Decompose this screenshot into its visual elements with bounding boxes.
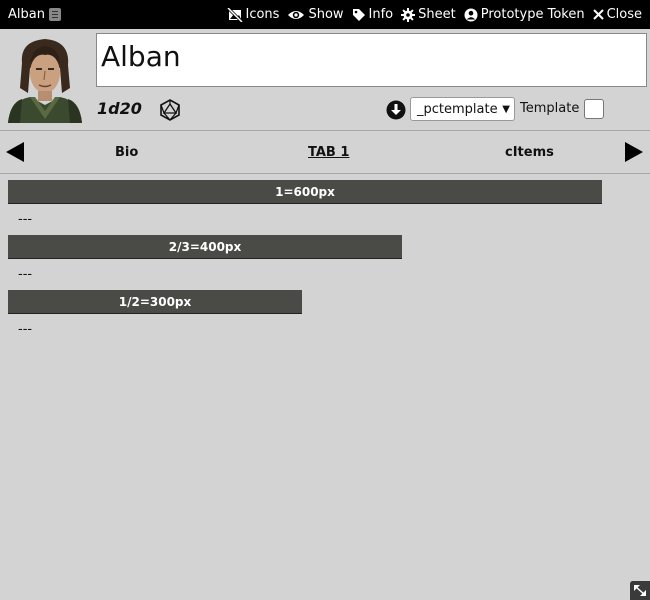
dice-formula[interactable]: 1d20 — [97, 99, 142, 118]
tab-tab-1[interactable]: TAB 1 — [308, 145, 349, 160]
row-text: --- — [18, 212, 33, 227]
width-bar-full: 1=600px — [8, 180, 602, 204]
close-icon — [592, 9, 604, 20]
close-label: Close — [606, 7, 642, 22]
prototype-token-button[interactable]: Prototype Token — [464, 7, 585, 22]
sheet-button[interactable]: Sheet — [401, 7, 456, 22]
width-bar-half: 1/2=300px — [8, 290, 302, 314]
tabs-divider-top — [0, 130, 650, 131]
window-header: Alban Icons Show Info Sheet Prototype To… — [0, 0, 650, 29]
info-button[interactable]: Info — [352, 7, 394, 22]
icons-button[interactable]: Icons — [226, 7, 280, 22]
row-text: --- — [18, 267, 33, 282]
download-icon[interactable] — [386, 100, 406, 120]
document-icon[interactable] — [48, 8, 61, 21]
tab-citems[interactable]: cItems — [505, 145, 554, 160]
tab-bio[interactable]: Bio — [115, 145, 138, 160]
character-name-input[interactable]: Alban — [96, 33, 647, 87]
user-circle-icon — [464, 8, 478, 21]
previous-tab-arrow-icon[interactable] — [5, 141, 25, 163]
tag-icon — [352, 8, 365, 21]
eye-icon — [288, 10, 305, 19]
row-text: --- — [18, 322, 33, 337]
d20-icon[interactable] — [159, 99, 181, 121]
sheet-label: Sheet — [418, 7, 456, 22]
close-button[interactable]: Close — [592, 7, 642, 22]
template-select-value: _pctemplate — [417, 101, 498, 117]
tabs-divider-bottom — [0, 173, 650, 174]
gear-icon — [401, 7, 416, 22]
info-label: Info — [368, 7, 394, 22]
character-portrait[interactable] — [0, 33, 90, 123]
next-tab-arrow-icon[interactable] — [624, 141, 644, 163]
no-image-icon — [226, 7, 243, 22]
chevron-down-icon: ▼ — [502, 103, 510, 115]
icons-label: Icons — [245, 7, 280, 22]
template-select[interactable]: _pctemplate ▼ — [410, 97, 515, 121]
header-controls: Icons Show Info Sheet Prototype Token Cl… — [226, 7, 650, 22]
resize-handle-icon[interactable] — [630, 581, 650, 600]
prototype-token-label: Prototype Token — [480, 7, 585, 22]
template-label: Template — [520, 101, 580, 116]
window-title: Alban — [8, 7, 45, 22]
window-title-group: Alban — [0, 7, 61, 22]
show-label: Show — [308, 7, 344, 22]
width-bar-two-thirds: 2/3=400px — [8, 235, 402, 259]
show-button[interactable]: Show — [287, 7, 344, 22]
template-checkbox[interactable] — [584, 99, 604, 119]
